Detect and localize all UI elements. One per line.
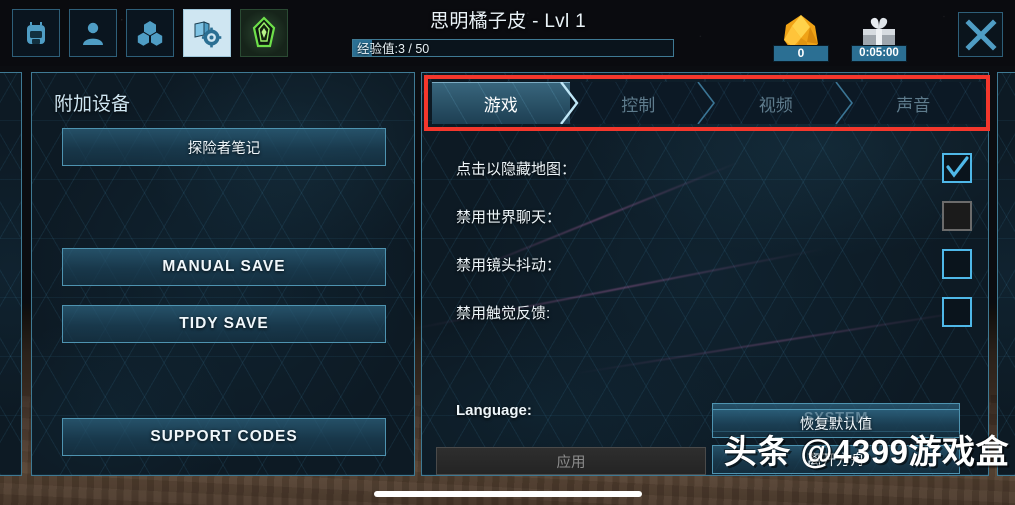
resource-group: 0 0:05:00 [773,8,907,62]
language-label: Language: [456,401,532,419]
amber-crystal-count: 0 [773,45,829,62]
nav-icon-row [12,9,288,57]
gift-box-resource[interactable]: 0:05:00 [851,8,907,62]
amber-crystal-resource[interactable]: 0 [773,8,829,62]
game-settings-screen: 附加设备 探险者笔记 MANUAL SAVE TIDY SAVE SUPPORT CO… [0,0,1015,505]
settings-checkbox-1[interactable] [942,201,972,231]
left-panel-button-label: MANUAL SAVE [162,258,286,275]
top-bar: 思明橘子皮 - Lvl 1 经验值:3 / 50 0 0:05:00 [0,0,1015,66]
leave-ark-label: 离开方舟 [807,453,865,469]
hexagons-icon[interactable] [126,9,174,57]
settings-row-1: 禁用世界聊天： [456,201,956,231]
player-title-wrap: 思明橘子皮 - Lvl 1 [332,6,684,33]
settings-checkbox-3[interactable] [942,297,972,327]
settings-row-label: 禁用世界聊天： [456,208,562,226]
left-panel-button-1[interactable]: MANUAL SAVE [62,248,386,286]
system-navigation-bar [373,491,642,497]
right-panel-settings: 点击以隐藏地图： 禁用世界聊天： 禁用镜头抖动： 禁用触觉反馈: Language: … [411,72,989,476]
restore-defaults-button[interactable]: 恢复默认值 [712,409,960,438]
panel-edge-left [0,72,22,476]
settings-row-3: 禁用触觉反馈: [456,297,956,327]
left-panel-title: 附加设备 [54,94,131,115]
close-icon[interactable] [958,12,1003,57]
left-panel-button-3[interactable]: SUPPORT CODES [62,418,386,456]
character-icon[interactable] [69,9,117,57]
settings-row-label: 点击以隐藏地图： [456,160,577,178]
left-panel-button-label: SUPPORT CODES [150,428,298,445]
left-panel-additional-equipment: 附加设备 探险者笔记 MANUAL SAVE TIDY SAVE SUPPORT CO… [31,72,415,476]
page-title: 思明橘子皮 - Lvl 1 [430,11,586,32]
settings-row-0: 点击以隐藏地图： [456,153,956,183]
panel-edge-right [997,72,1015,476]
settings-checkbox-2[interactable] [942,249,972,279]
green-crystal-icon[interactable] [240,9,288,57]
settings-row-label: 禁用触觉反馈: [456,304,551,322]
backpack-icon[interactable] [12,9,60,57]
xp-progress-label: 经验值:3 / 50 [357,42,430,56]
tabs-highlight-box [424,75,990,131]
left-panel-button-label: TIDY SAVE [179,315,269,332]
apply-button[interactable]: 应用 [436,447,706,475]
settings-checkbox-0[interactable] [942,153,972,183]
left-panel-button-2[interactable]: TIDY SAVE [62,305,386,343]
leave-ark-button[interactable]: 离开方舟 [712,445,960,474]
xp-progress-bar: 经验值:3 / 50 [352,39,674,57]
settings-row-2: 禁用镜头抖动： [456,249,956,279]
settings-book-gear-icon[interactable] [183,9,231,57]
left-panel-button-label: 探险者笔记 [187,140,261,157]
apply-label: 应用 [556,454,586,471]
left-panel-button-0[interactable]: 探险者笔记 [62,128,386,166]
restore-defaults-label: 恢复默认值 [799,417,873,433]
settings-row-label: 禁用镜头抖动： [456,256,562,274]
gift-box-timer: 0:05:00 [851,45,907,62]
